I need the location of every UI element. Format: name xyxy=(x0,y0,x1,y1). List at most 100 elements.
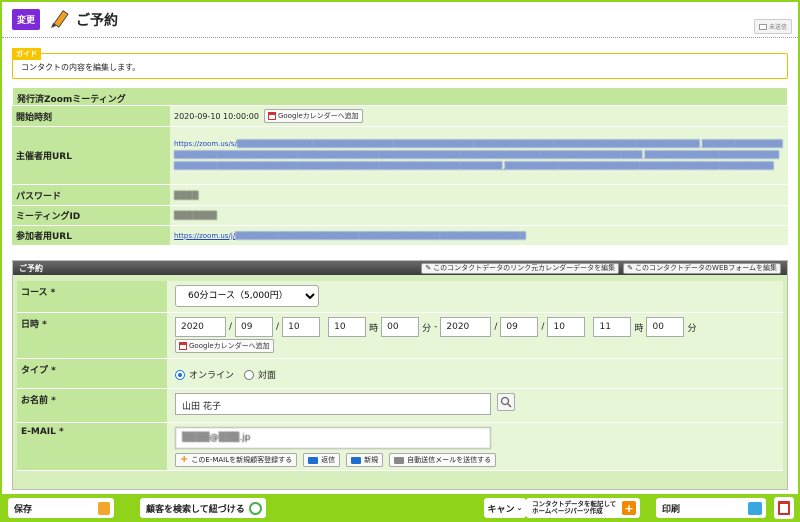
edit-link-calendar-label: このコンタクトデータのリンク元カレンダーデータを編集 xyxy=(433,264,616,272)
type-face-radio[interactable]: 対面 xyxy=(244,368,276,381)
guide-text: コンタクトの内容を編集します。 xyxy=(12,53,788,79)
gcal-add-button-2[interactable]: Googleカレンダーへ追加 xyxy=(175,339,274,353)
minute-unit: 分 xyxy=(422,323,432,334)
reply-button[interactable]: 返信 xyxy=(303,453,341,467)
reservation-section: ご予約 ✎ このコンタクトデータのリンク元カレンダーデータを編集 ✎ このコンタクト… xyxy=(12,260,788,490)
datetime-label: 日時 * xyxy=(17,313,167,358)
search-link-label: 顧客を検索して紐づける xyxy=(146,504,245,515)
slash-sep: / xyxy=(541,322,545,332)
course-cell: 60分コース（5,000円） xyxy=(167,281,783,312)
email-actions: + このE-MAILを新規顧客登録する 返信 新規 自動送信メールを送信する xyxy=(175,453,775,467)
trash-icon xyxy=(778,501,790,515)
guide-tag: ガイド xyxy=(12,48,41,60)
end-day-input[interactable]: 10 xyxy=(547,317,586,337)
envelope-icon xyxy=(758,23,767,30)
email-label: E-MAIL * xyxy=(17,423,167,470)
calendar-icon xyxy=(179,342,187,350)
footer-toolbar: 保存 顧客を検索して紐づける キャン ⌄ コンタクトデータを転記して ホームペー… xyxy=(2,494,798,522)
edit-web-form-button[interactable]: ✎ このコンタクトデータのWEBフォームを編集 xyxy=(623,262,781,274)
type-cell: オンライン 対面 xyxy=(167,359,783,388)
end-month-input[interactable]: 09 xyxy=(500,317,539,337)
zoom-host-url[interactable]: https://zoom.us/s/▒▒▒▒▒▒▒▒▒▒▒▒▒▒▒▒▒▒▒▒▒▒… xyxy=(174,139,784,172)
print-button[interactable]: 印刷 xyxy=(656,498,766,518)
register-customer-button[interactable]: + このE-MAILを新規顧客登録する xyxy=(175,453,298,467)
auto-send-button[interactable]: 自動送信メールを送信する xyxy=(389,453,497,467)
end-minute-input[interactable]: 00 xyxy=(646,317,685,337)
new-mail-label: 新規 xyxy=(364,456,379,464)
host-url-prefix: https://zoom.us/s/ xyxy=(174,140,237,148)
gcal-add-button[interactable]: Googleカレンダーへ追加 xyxy=(263,109,363,123)
zoom-password-label: パスワード xyxy=(12,185,170,205)
auto-send-label: 自動送信メールを送信する xyxy=(407,456,492,464)
start-minute-input[interactable]: 00 xyxy=(381,317,420,337)
type-online-radio[interactable]: オンライン xyxy=(175,368,234,381)
cancel-label: キャン xyxy=(487,504,515,515)
minute-unit: 分 xyxy=(687,323,697,334)
zoom-row-join: 参加者用URL https://zoom.us/j/▒▒▒▒▒▒▒▒▒▒▒▒▒▒… xyxy=(12,226,788,246)
start-month-input[interactable]: 09 xyxy=(235,317,274,337)
zoom-host-label: 主催者用URL xyxy=(12,127,170,184)
register-customer-label: このE-MAILを新規顧客登録する xyxy=(191,456,293,464)
reply-label: 返信 xyxy=(321,456,336,464)
reprint-homepage-button[interactable]: コンタクトデータを転記して ホームページパーツ作成 + xyxy=(526,498,640,518)
join-url-prefix: https://zoom.us/j/ xyxy=(174,231,236,240)
pencil-icon xyxy=(51,9,69,28)
start-day-input[interactable]: 10 xyxy=(282,317,321,337)
edit-link-calendar-button[interactable]: ✎ このコンタクトデータのリンク元カレンダーデータを編集 xyxy=(421,262,620,274)
guide-panel: ガイド コンタクトの内容を編集します。 xyxy=(12,48,788,79)
zoom-join-label: 参加者用URL xyxy=(12,226,170,245)
page-header: 変更 ご予約 未送信 xyxy=(2,2,798,38)
email-input[interactable]: ▒▒▒▒@▒▒▒.jp xyxy=(175,427,491,449)
reprint-line2: ホームページパーツ作成 xyxy=(532,507,603,515)
datetime-inputs: 2020 / 09 / 10 10 時 00 分 - 2020 / 09 / 1… xyxy=(175,317,775,337)
slash-sep: / xyxy=(229,322,233,332)
save-button[interactable]: 保存 xyxy=(8,498,114,518)
search-icon xyxy=(500,396,512,408)
zoom-meeting-table: 発行済Zoomミーティング 開始時刻 2020-09-10 10:00:00 G… xyxy=(12,87,788,246)
search-link-customer-button[interactable]: 顧客を検索して紐づける xyxy=(140,498,266,518)
zoom-join-cell: https://zoom.us/j/▒▒▒▒▒▒▒▒▒▒▒▒▒▒▒▒▒▒▒▒▒▒… xyxy=(170,226,788,245)
mail-icon xyxy=(308,456,319,464)
change-badge: 変更 xyxy=(12,9,41,30)
zoom-heading: 発行済Zoomミーティング xyxy=(12,87,788,106)
new-mail-button[interactable]: 新規 xyxy=(346,453,384,467)
end-year-input[interactable]: 2020 xyxy=(440,317,492,337)
gcal-add-label: Googleカレンダーへ追加 xyxy=(189,342,270,350)
cancel-select[interactable]: キャン ⌄ xyxy=(484,498,526,518)
page-title: ご予約 xyxy=(76,12,119,29)
type-row: タイプ * オンライン 対面 xyxy=(17,359,783,389)
save-label: 保存 xyxy=(14,504,33,515)
start-hour-input[interactable]: 10 xyxy=(328,317,367,337)
zoom-row-password: パスワード ▒▒▒▒ xyxy=(12,185,788,206)
type-face-label: 対面 xyxy=(258,371,277,381)
gcal-add-label: Googleカレンダーへ追加 xyxy=(277,112,359,120)
zoom-password-value: ▒▒▒▒ xyxy=(174,190,199,200)
zoom-start-value: 2020-09-10 10:00:00 xyxy=(174,111,259,121)
name-label: お名前 * xyxy=(17,389,167,422)
hour-unit: 時 xyxy=(369,323,379,334)
edit-web-form-label: このコンタクトデータのWEBフォームを編集 xyxy=(635,264,777,272)
chevron-down-icon: ⌄ xyxy=(516,504,523,512)
name-input[interactable]: 山田 花子 xyxy=(175,393,491,415)
reservation-header-buttons: ✎ このコンタクトデータのリンク元カレンダーデータを編集 ✎ このコンタクトデータの… xyxy=(421,262,781,274)
range-dash: - xyxy=(434,322,438,332)
reservation-header: ご予約 ✎ このコンタクトデータのリンク元カレンダーデータを編集 ✎ このコンタクト… xyxy=(13,261,787,275)
delete-button[interactable] xyxy=(774,497,794,519)
zoom-row-start: 開始時刻 2020-09-10 10:00:00 Googleカレンダーへ追加 xyxy=(12,106,788,127)
lock-icon xyxy=(98,501,110,515)
zoom-start-label: 開始時刻 xyxy=(12,106,170,126)
course-select[interactable]: 60分コース（5,000円） xyxy=(175,285,319,307)
course-row: コース * 60分コース（5,000円） xyxy=(17,281,783,313)
zoom-join-url[interactable]: https://zoom.us/j/▒▒▒▒▒▒▒▒▒▒▒▒▒▒▒▒▒▒▒▒▒▒… xyxy=(174,232,526,240)
start-year-input[interactable]: 2020 xyxy=(175,317,226,337)
zoom-meeting-id-cell: ▒▒▒▒▒▒▒ xyxy=(170,206,788,225)
reprint-label: コンタクトデータを転記して ホームページパーツ作成 xyxy=(532,501,616,515)
zoom-row-host: 主催者用URL https://zoom.us/s/▒▒▒▒▒▒▒▒▒▒▒▒▒▒… xyxy=(12,127,788,185)
radio-checked-icon xyxy=(175,369,185,380)
unsent-button[interactable]: 未送信 xyxy=(753,19,792,34)
radio-unchecked-icon xyxy=(244,369,255,380)
email-cell: ▒▒▒▒@▒▒▒.jp + このE-MAILを新規顧客登録する 返信 新規 自動送… xyxy=(167,423,783,470)
search-icon xyxy=(249,501,262,515)
customer-search-button[interactable] xyxy=(497,393,515,411)
end-hour-input[interactable]: 11 xyxy=(593,317,632,337)
